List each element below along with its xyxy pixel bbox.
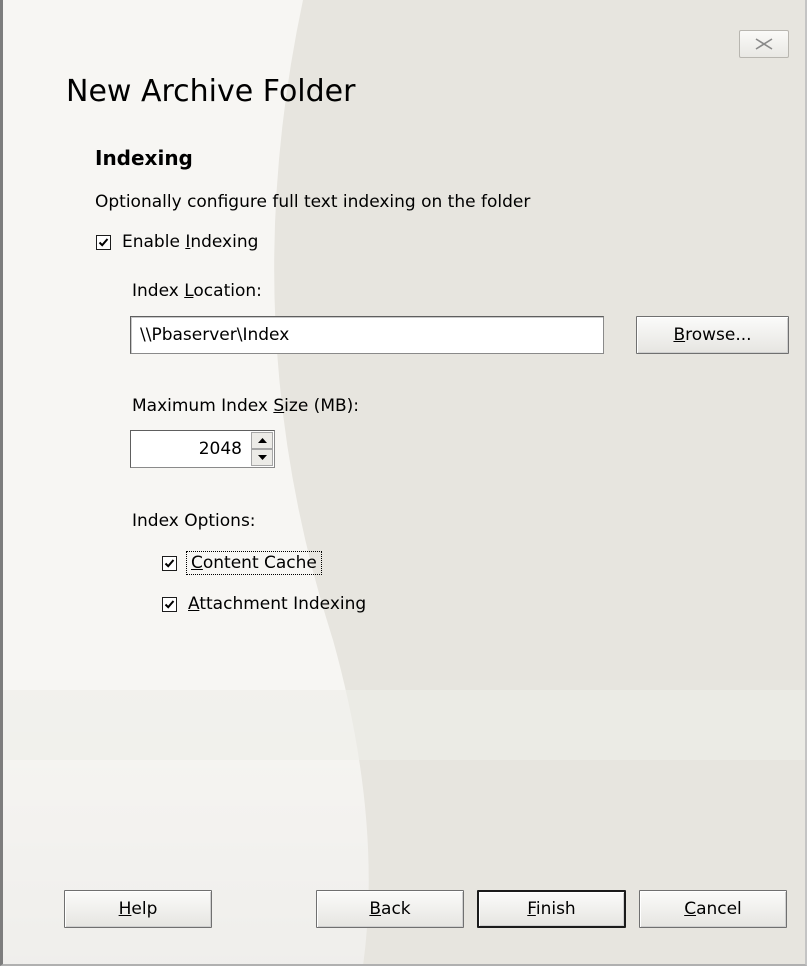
help-button[interactable]: Help xyxy=(64,890,212,928)
index-location-label: Index Location: xyxy=(132,281,262,301)
section-description: Optionally configure full text indexing … xyxy=(95,192,531,212)
content-cache-label: Content Cache xyxy=(186,551,322,575)
checkbox-box[interactable] xyxy=(162,596,177,612)
content-cache-checkbox[interactable]: Content Cache xyxy=(162,551,322,575)
attachment-indexing-checkbox[interactable]: Attachment Indexing xyxy=(162,594,366,614)
section-heading: Indexing xyxy=(95,146,193,170)
index-location-input[interactable]: \\Pbaserver\Index xyxy=(130,316,604,354)
checkmark-icon xyxy=(164,558,175,568)
enable-indexing-checkbox[interactable]: Enable Indexing xyxy=(96,232,258,252)
max-index-size-stepper[interactable]: 2048 xyxy=(130,430,275,468)
new-archive-folder-dialog: New Archive Folder Indexing Optionally c… xyxy=(0,0,807,966)
finish-button[interactable]: Finish xyxy=(477,890,626,928)
spin-up-button[interactable] xyxy=(251,432,273,449)
checkbox-box[interactable] xyxy=(96,234,111,250)
spin-buttons xyxy=(251,432,273,466)
checkbox-box[interactable] xyxy=(162,555,177,571)
max-index-size-label: Maximum Index Size (MB): xyxy=(132,396,360,416)
checkmark-icon xyxy=(98,237,109,247)
attachment-indexing-label: Attachment Indexing xyxy=(188,594,367,614)
dialog-title: New Archive Folder xyxy=(66,74,356,109)
enable-indexing-label: Enable Indexing xyxy=(122,232,259,252)
browse-button[interactable]: Browse... xyxy=(636,316,789,354)
background-swoosh xyxy=(3,0,805,964)
arrow-up-icon xyxy=(257,438,267,443)
index-options-label: Index Options: xyxy=(132,511,256,531)
spin-down-button[interactable] xyxy=(251,449,273,466)
close-icon xyxy=(755,38,773,50)
checkmark-icon xyxy=(164,599,175,609)
arrow-down-icon xyxy=(257,455,267,460)
max-index-size-value[interactable]: 2048 xyxy=(199,431,242,467)
cancel-button[interactable]: Cancel xyxy=(639,890,787,928)
close-button[interactable] xyxy=(739,30,789,58)
back-button[interactable]: Back xyxy=(316,890,464,928)
